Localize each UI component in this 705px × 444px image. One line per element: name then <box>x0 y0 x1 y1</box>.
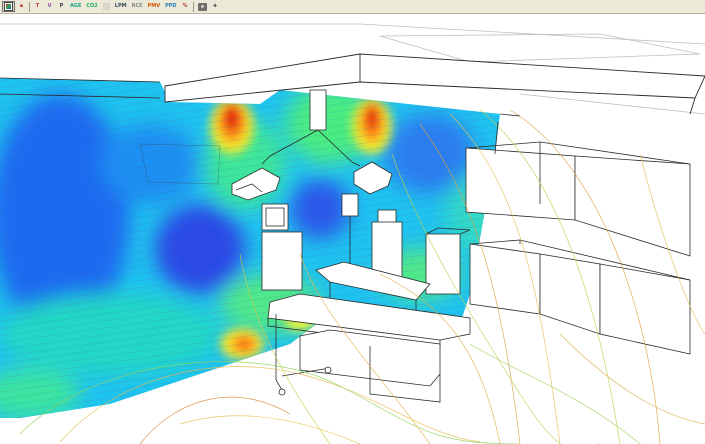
variable-button-ppd[interactable]: PPD <box>163 1 178 12</box>
snapshot-button[interactable] <box>196 1 209 12</box>
scene-canvas[interactable] <box>0 14 705 444</box>
variable-button-age[interactable]: AGE <box>68 1 83 12</box>
variable-label: AGE <box>70 3 82 9</box>
probe-button[interactable]: ▪ <box>16 1 27 12</box>
storage-cabinets <box>465 141 691 355</box>
variable-button-pmv[interactable]: PMV <box>146 1 163 12</box>
blank-icon <box>102 3 110 10</box>
cfd-viewer-window: ▪ T V P AGE CO2 LPM RCE PMV PPD % ✦ <box>0 0 705 444</box>
variable-button-t[interactable]: T <box>32 1 43 12</box>
render-mode-icon <box>4 2 13 11</box>
variable-label: % <box>182 3 188 9</box>
variable-label: V <box>47 3 52 9</box>
toolbar-separator <box>29 1 30 12</box>
toolbar: ▪ T V P AGE CO2 LPM RCE PMV PPD % ✦ <box>0 0 705 14</box>
settings-button[interactable]: ✦ <box>210 1 221 12</box>
variable-button-percent[interactable]: % <box>180 1 191 12</box>
variable-label: P <box>59 3 64 9</box>
variable-button-co2[interactable]: CO2 <box>84 1 99 12</box>
variable-label: RCE <box>131 3 143 9</box>
variable-label: PPD <box>165 3 177 9</box>
3d-viewport[interactable] <box>0 14 705 444</box>
toolbar-separator <box>192 1 194 12</box>
camera-icon <box>197 2 207 11</box>
variable-label: T <box>35 3 40 9</box>
variable-button-v[interactable]: V <box>44 1 55 12</box>
probe-icon: ▪ <box>19 3 24 9</box>
render-mode-button[interactable] <box>2 1 15 12</box>
variable-label: PMV <box>147 3 161 9</box>
variable-label: CO2 <box>86 3 98 9</box>
blank-button[interactable] <box>101 1 112 12</box>
variable-button-rce[interactable]: RCE <box>130 1 145 12</box>
variable-label: LPM <box>114 3 127 9</box>
variable-button-p[interactable]: P <box>56 1 67 12</box>
settings-icon: ✦ <box>212 2 218 10</box>
variable-button-lpm[interactable]: LPM <box>113 1 129 12</box>
